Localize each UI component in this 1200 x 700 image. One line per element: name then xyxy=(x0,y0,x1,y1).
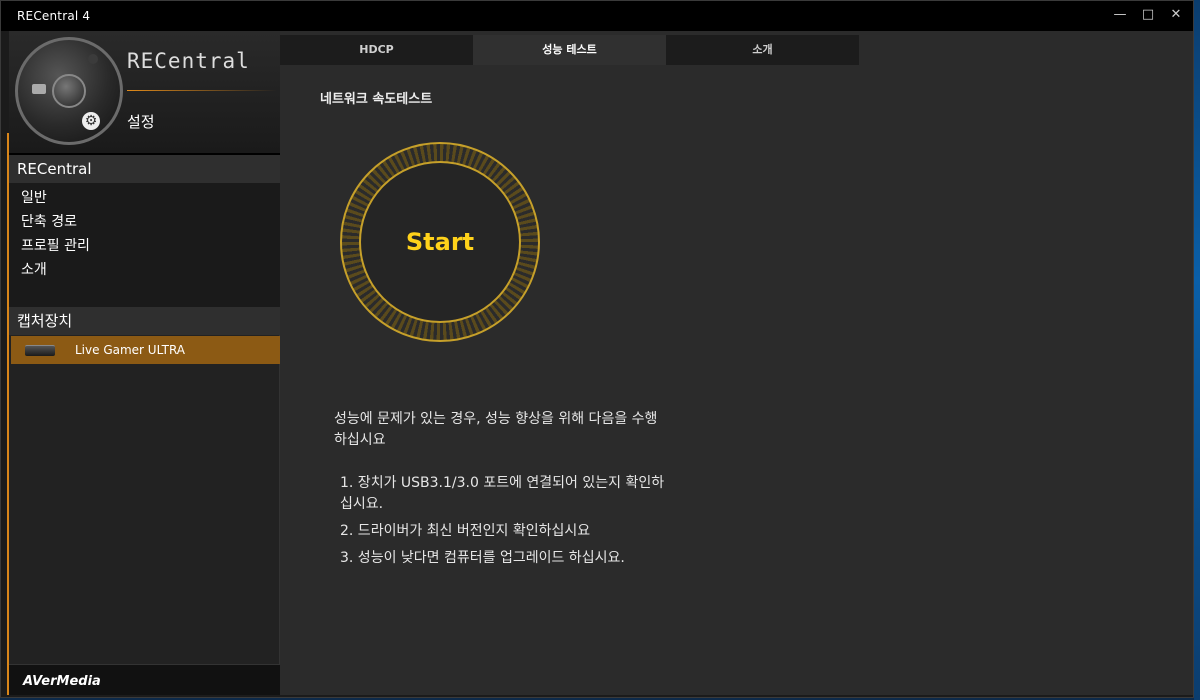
tab-bar: HDCP 성능 테스트 소개 xyxy=(280,35,859,65)
dial-dot-icon xyxy=(88,54,98,64)
settings-menu: 일반 단축 경로 프로필 관리 소개 xyxy=(9,183,280,308)
title-bar[interactable]: RECentral 4 — □ ✕ xyxy=(1,1,1193,31)
main-content: HDCP 성능 테스트 소개 네트워크 속도테스트 Start 성능에 문제가 … xyxy=(280,31,1193,695)
info-text: 성능에 문제가 있는 경우, 성능 향상을 위해 다음을 수행하십시요 xyxy=(334,411,658,448)
page-title: 네트워크 속도테스트 xyxy=(320,92,433,107)
speed-test-dial: Start xyxy=(340,142,540,342)
avermedia-logo: AVerMedia xyxy=(23,674,101,689)
step-item: 2. 드라이버가 최신 버전인지 확인하십시요 xyxy=(340,523,591,539)
gear-icon[interactable]: ⚙ xyxy=(82,112,100,130)
step-item: 3. 성능이 낮다면 컴퓨터를 업그레이드 하십시요. xyxy=(340,550,625,566)
tab-performance-test[interactable]: 성능 테스트 xyxy=(473,35,666,65)
aperture-icon[interactable] xyxy=(52,74,86,108)
window-controls: — □ ✕ xyxy=(1113,7,1183,23)
folder-icon[interactable] xyxy=(32,84,46,94)
start-button[interactable]: Start xyxy=(361,163,519,321)
sidebar: ⚙ RECentral 설정 RECentral 일반 단축 경로 프로필 관리… xyxy=(7,31,280,695)
brand-divider xyxy=(127,90,277,91)
sidebar-item-profiles[interactable]: 프로필 관리 xyxy=(9,234,280,258)
tab-about[interactable]: 소개 xyxy=(666,35,859,65)
app-window: RECentral 4 — □ ✕ ⚙ RECentral 설정 RECentr… xyxy=(0,0,1194,698)
minimize-button[interactable]: — xyxy=(1113,7,1127,23)
section-label: 설정 xyxy=(127,113,155,131)
sidebar-item-shortcuts[interactable]: 단축 경로 xyxy=(9,210,280,234)
sidebar-footer: AVerMedia xyxy=(9,664,280,695)
sidebar-item-general[interactable]: 일반 xyxy=(9,186,280,210)
capture-device-icon xyxy=(25,344,55,356)
window-title: RECentral 4 xyxy=(17,9,91,23)
close-button[interactable]: ✕ xyxy=(1169,7,1183,23)
steps-list: 1. 장치가 USB3.1/3.0 포트에 연결되어 있는지 확인하십시요. 2… xyxy=(340,473,670,575)
step-item: 1. 장치가 USB3.1/3.0 포트에 연결되어 있는지 확인하십시요. xyxy=(340,475,665,512)
device-item[interactable]: Live Gamer ULTRA xyxy=(11,336,280,364)
desktop-background xyxy=(1194,0,1200,700)
recentral-header: RECentral xyxy=(9,155,280,183)
logo-area: ⚙ RECentral 설정 xyxy=(9,31,280,155)
start-circle: Start xyxy=(359,161,521,323)
mode-dial[interactable]: ⚙ xyxy=(15,37,123,145)
device-label: Live Gamer ULTRA xyxy=(75,343,185,357)
tab-hdcp[interactable]: HDCP xyxy=(280,35,473,65)
maximize-button[interactable]: □ xyxy=(1141,7,1155,23)
sidebar-item-about[interactable]: 소개 xyxy=(9,258,280,282)
brand-logo: RECentral xyxy=(127,49,250,73)
capture-header: 캡처장치 xyxy=(9,307,280,335)
